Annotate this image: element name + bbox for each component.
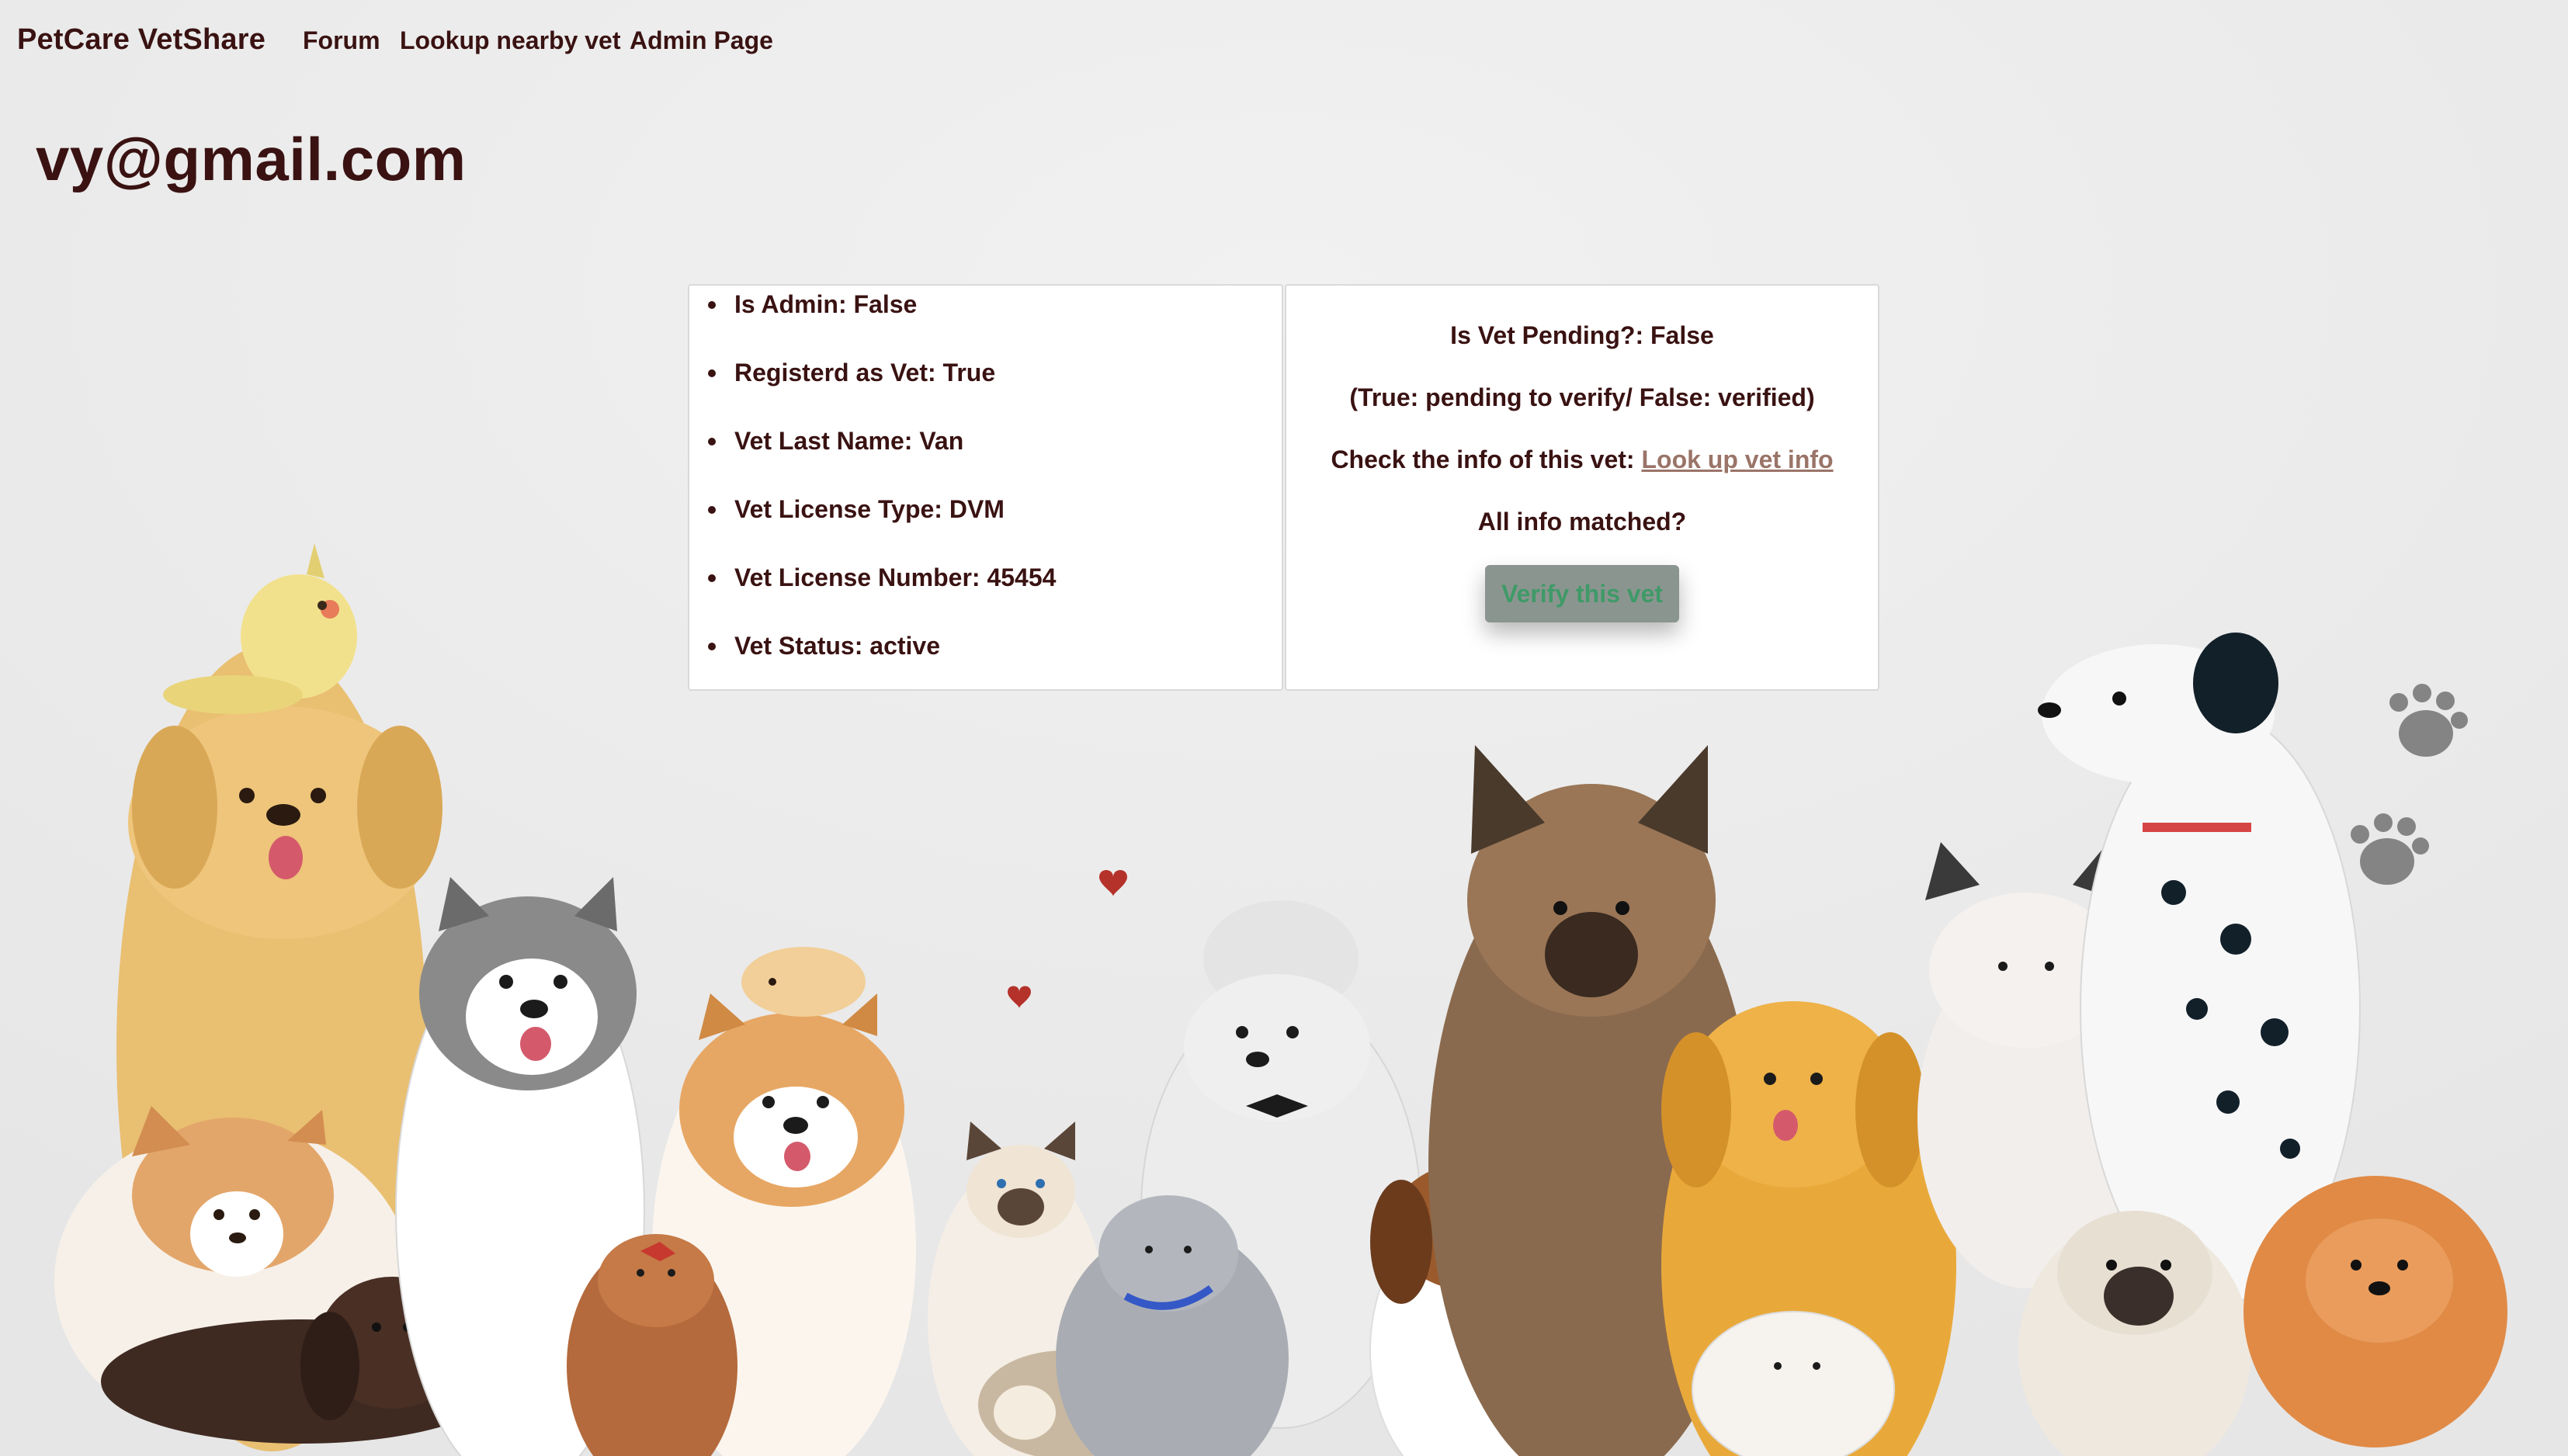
rabbit-illustration [1692, 1311, 1895, 1456]
brand-logo-link[interactable]: PetCare VetShare [17, 23, 265, 57]
nav-link-forum[interactable]: Forum [303, 26, 380, 55]
info-item-vet-license-number: Vet License Number: 45454 [707, 563, 1057, 591]
nav-link-admin-page[interactable]: Admin Page [630, 26, 773, 55]
top-navbar: PetCare VetShare Forum Lookup nearby vet… [0, 0, 2568, 84]
pending-legend: (True: pending to verify/ False: verifie… [1349, 383, 1815, 411]
pets-background-illustration [0, 0, 2568, 1456]
check-vet-info-prefix: Check the info of this vet: [1331, 445, 1642, 473]
nav-link-lookup-nearby-vet[interactable]: Lookup nearby vet [400, 26, 621, 55]
info-item-registered-as-vet: Registerd as Vet: True [707, 359, 996, 387]
look-up-vet-info-link[interactable]: Look up vet info [1641, 445, 1833, 473]
all-info-matched-question: All info matched? [1477, 508, 1687, 536]
info-item-vet-last-name: Vet Last Name: Van [707, 427, 964, 455]
info-item-vet-status: Vet Status: active [708, 632, 940, 660]
check-vet-info-line: Check the info of this vet: Look up vet … [1286, 445, 1878, 474]
verify-vet-button[interactable]: Verify this vet [1485, 565, 1679, 622]
vet-pending-status: Is Vet Pending?: False [1450, 321, 1714, 349]
vet-verification-card: Is Vet Pending?: False (True: pending to… [1285, 284, 1879, 691]
user-info-card: Is Admin: False Registerd as Vet: True V… [688, 284, 1283, 691]
info-item-is-admin: Is Admin: False [707, 290, 918, 318]
pomeranian-illustration [2244, 1176, 2507, 1447]
hamster-illustration [741, 947, 866, 1017]
info-item-vet-license-type: Vet License Type: DVM [708, 495, 1005, 523]
page-title-user-email: vy@gmail.com [36, 125, 467, 193]
